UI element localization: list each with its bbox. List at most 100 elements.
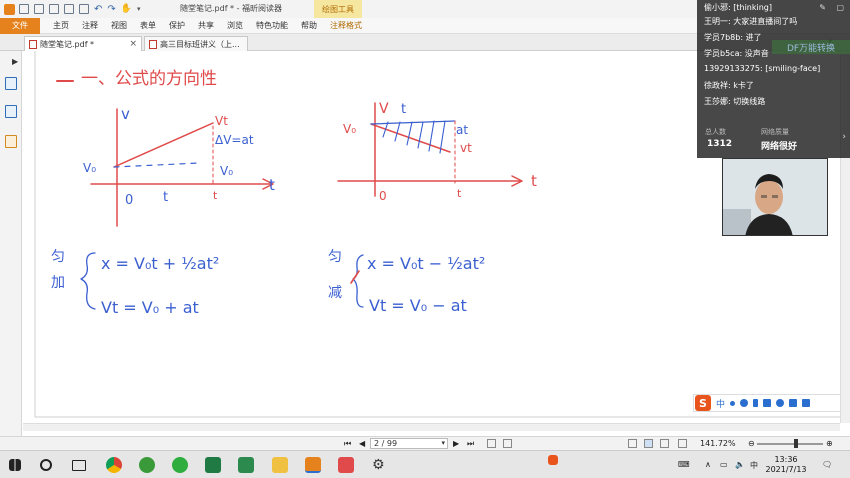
left-dashed-baseline: [113, 162, 200, 168]
volume-icon[interactable]: 🔈: [735, 460, 745, 469]
quick-access-toolbar: ↶ ↷ ✋ ▾: [19, 4, 141, 15]
taskbar-clock[interactable]: 13:36 2021/7/13: [762, 455, 810, 475]
total-viewers-label: 总人数: [705, 128, 726, 136]
live-stats: 总人数 1312 网络质量 网络很好 ›: [697, 120, 850, 158]
file-explorer-icon[interactable]: [272, 457, 288, 473]
fit-page-icon[interactable]: [678, 439, 687, 448]
menu-browse[interactable]: 浏览: [227, 20, 243, 31]
print-icon[interactable]: [49, 4, 59, 14]
chevron-down-icon[interactable]: ▾: [441, 439, 445, 448]
zoom-in-icon[interactable]: ⊕: [826, 439, 833, 448]
ime-indicator-icon[interactable]: 中: [750, 460, 758, 471]
edge-icon[interactable]: [139, 457, 155, 473]
save-icon[interactable]: [34, 4, 44, 14]
first-page-icon[interactable]: ⏮: [344, 439, 351, 449]
customize-dropdown-icon[interactable]: ▾: [137, 5, 141, 13]
tab-handout[interactable]: 高三目标班讲义（上...: [144, 36, 248, 51]
menu-form[interactable]: 表单: [140, 20, 156, 31]
tray-expand-icon[interactable]: ∧: [705, 460, 711, 469]
view-facing-icon[interactable]: [503, 439, 512, 448]
tab-notes[interactable]: 随堂笔记.pdf * ×: [24, 36, 142, 51]
menu-share[interactable]: 共享: [198, 20, 214, 31]
expand-panel-icon[interactable]: ▶: [12, 57, 18, 66]
right-top-line: [370, 120, 456, 125]
chevron-right-icon[interactable]: ›: [842, 132, 846, 142]
page-number-input[interactable]: 2 / 99 ▾: [370, 438, 448, 449]
search-icon[interactable]: [40, 459, 52, 471]
excel-icon[interactable]: [205, 457, 221, 473]
view-continuous-icon[interactable]: [487, 439, 496, 448]
left-v0-label: V₀: [83, 161, 96, 175]
comments-icon[interactable]: [5, 135, 17, 148]
continuous-page-icon[interactable]: [644, 439, 653, 448]
emoji-icon[interactable]: [740, 399, 749, 407]
left-vt-label: Vt: [215, 114, 228, 128]
lock-icon[interactable]: ▢: [836, 3, 844, 12]
menu-comment[interactable]: 注释: [82, 20, 98, 31]
user-icon[interactable]: [776, 399, 785, 407]
wechat-icon[interactable]: [172, 457, 188, 473]
pdf-converter-badge[interactable]: DF万能转换: [772, 40, 850, 54]
toolbox-icon[interactable]: [802, 399, 811, 407]
sogou-logo-icon[interactable]: S: [695, 395, 711, 411]
right-v-label: V: [379, 101, 389, 117]
redo-icon[interactable]: ↷: [107, 4, 115, 15]
notification-icon[interactable]: 🗨: [822, 460, 832, 469]
zoom-out-icon[interactable]: ⊖: [748, 439, 755, 448]
print-preview-icon[interactable]: [64, 4, 74, 14]
left-velocity-line: [113, 122, 214, 168]
pdf-file-icon: [29, 39, 37, 49]
chat-message: 偷小邪: [thinking]: [704, 3, 772, 12]
left-v0-right: V₀: [220, 164, 233, 178]
menu-help[interactable]: 帮助: [301, 20, 317, 31]
next-page-icon[interactable]: ▶: [453, 439, 459, 448]
chat-toolbar: ✎ ▢: [819, 3, 844, 12]
close-icon[interactable]: ×: [129, 39, 137, 49]
facing-page-icon[interactable]: [660, 439, 669, 448]
pages-icon[interactable]: [5, 105, 17, 118]
menu-home[interactable]: 主页: [53, 20, 69, 31]
skin-icon[interactable]: [789, 399, 798, 407]
foxit-reader-icon[interactable]: [305, 457, 321, 473]
single-page-icon[interactable]: [628, 439, 637, 448]
last-page-icon[interactable]: ⏭: [467, 439, 474, 449]
open-folder-icon[interactable]: [19, 4, 29, 14]
zoom-slider[interactable]: [757, 443, 823, 445]
undo-icon[interactable]: ↶: [94, 4, 102, 15]
decel-brace: [352, 254, 364, 308]
punctuation-icon[interactable]: [730, 400, 736, 406]
spreadsheet-icon[interactable]: [238, 457, 254, 473]
menu-protect[interactable]: 保护: [169, 20, 185, 31]
app-logo-icon: [4, 3, 15, 15]
edit-icon[interactable]: ✎: [819, 3, 826, 12]
new-doc-icon[interactable]: [79, 4, 89, 14]
bookmarks-icon[interactable]: [5, 77, 17, 90]
keyboard-icon[interactable]: [763, 399, 772, 407]
menu-features[interactable]: 特色功能: [256, 20, 288, 31]
decel-eq-1: x = V₀t − ½at²: [367, 254, 485, 273]
prev-page-icon[interactable]: ◀: [359, 439, 365, 448]
horizontal-scrollbar[interactable]: [23, 423, 840, 431]
menu-comment-format[interactable]: 注释格式: [330, 20, 362, 31]
sogou-ime-bar[interactable]: S 中: [693, 394, 841, 412]
chrome-icon[interactable]: [106, 457, 122, 473]
ime-mode-label[interactable]: 中: [716, 397, 725, 410]
mic-icon[interactable]: [753, 399, 759, 407]
accel-brace: [80, 252, 96, 310]
windows-start-icon[interactable]: [9, 459, 21, 471]
zoom-slider-thumb[interactable]: [794, 439, 798, 448]
left-origin: 0: [125, 193, 133, 208]
network-icon[interactable]: ▭: [720, 460, 728, 469]
keyboard-icon[interactable]: ⌨: [678, 460, 690, 469]
settings-gear-icon[interactable]: ⚙: [372, 457, 388, 473]
sogou-tray-icon[interactable]: [548, 455, 558, 465]
menu-file[interactable]: 文件: [0, 17, 40, 34]
clock-date: 2021/7/13: [765, 465, 807, 474]
chat-message: 徐政祥: k卡了: [704, 81, 754, 90]
context-tab-drawing-tools[interactable]: 绘图工具: [314, 0, 362, 18]
left-t-tick: t: [213, 189, 218, 202]
task-view-icon[interactable]: [72, 460, 86, 471]
video-app-icon[interactable]: [338, 457, 354, 473]
menu-view[interactable]: 视图: [111, 20, 127, 31]
hand-tool-icon[interactable]: ✋: [121, 4, 132, 14]
